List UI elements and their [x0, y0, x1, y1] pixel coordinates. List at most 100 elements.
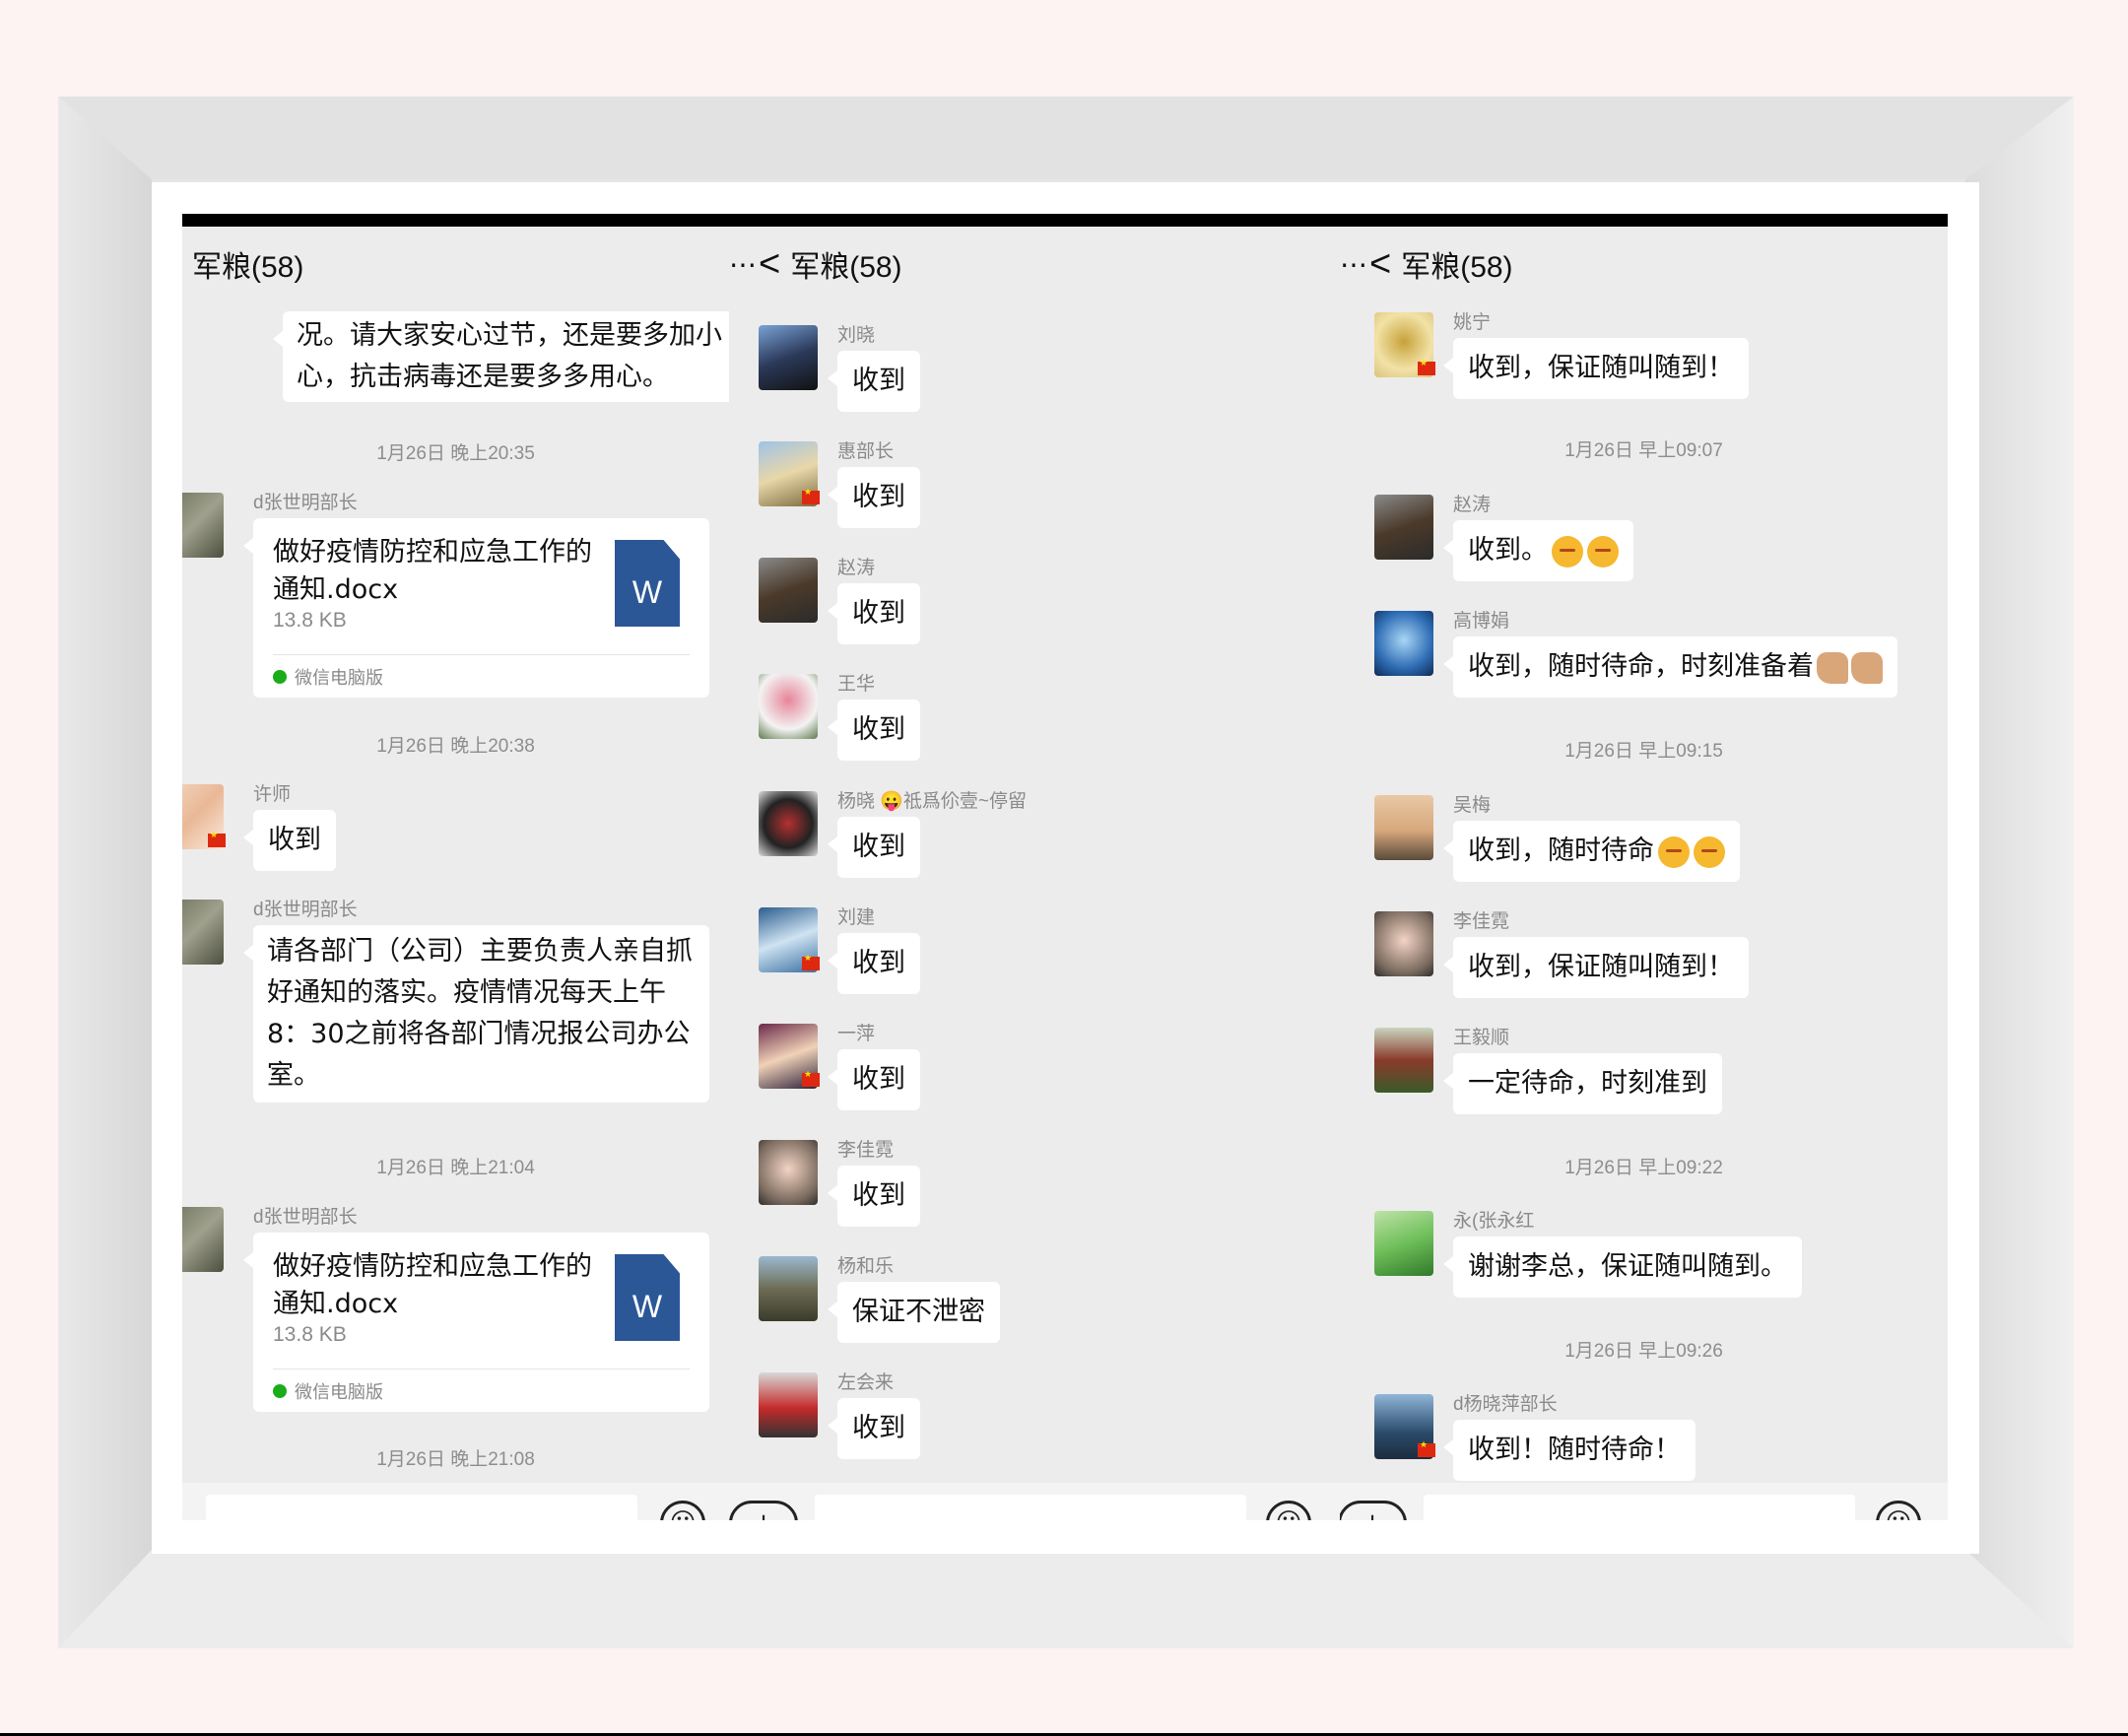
message: 杨晓 😛祗爲伱壹~停留 收到 [759, 791, 1027, 878]
timestamp: 1月26日 晚上21:04 [376, 1158, 535, 1178]
message-bubble[interactable]: 收到 [828, 583, 920, 644]
chat-panel-1: 军粮(58) 况。请大家安心过节，还是要多加小心，抗击病毒还是要多多用心。 1月… [182, 227, 729, 1520]
china-flag-icon [1418, 359, 1435, 375]
message-bubble[interactable]: 收到，保证随叫随到！ [1443, 338, 1749, 399]
avatar[interactable] [1374, 1394, 1435, 1459]
chat-title: 军粮(58) [1401, 251, 1513, 284]
china-flag-icon [208, 831, 226, 847]
china-flag-icon [802, 1070, 820, 1087]
wechat-icon [273, 670, 287, 684]
message-bubble[interactable]: 收到，随时待命 [1443, 821, 1740, 882]
sender-name: d张世明部长 [253, 1207, 358, 1228]
china-flag-icon [802, 954, 820, 970]
message-input[interactable] [206, 1495, 637, 1520]
avatar[interactable] [182, 784, 226, 849]
file-message: d张世明部长 做好疫情防控和应急工作的通知.docx 13.8 KB W 微信电… [182, 493, 709, 698]
message-bubble[interactable]: 收到 [828, 1166, 920, 1227]
message-bubble[interactable]: 收到 [828, 700, 920, 761]
message-bubble[interactable]: 收到 [828, 1398, 920, 1459]
avatar[interactable] [1374, 1028, 1433, 1093]
sender-name: 刘建 [837, 907, 876, 928]
more-icon[interactable]: ⋯ [1340, 248, 1367, 281]
more-icon[interactable]: ⋯ [729, 248, 757, 281]
avatar[interactable] [759, 1140, 818, 1205]
plus-voice-icon[interactable]: + [1340, 1501, 1407, 1520]
avatar[interactable] [182, 493, 224, 558]
sender-name: 高博娟 [1453, 611, 1510, 632]
sender-name: 赵涛 [837, 558, 876, 578]
message-bubble[interactable]: 收到 [828, 351, 920, 412]
sender-name: 李佳霓 [1453, 911, 1510, 932]
avatar[interactable] [182, 900, 224, 965]
timestamp: 1月26日 晚上21:08 [376, 1449, 535, 1470]
screenshot-collage: 军粮(58) 况。请大家安心过节，还是要多加小心，抗击病毒还是要多多用心。 1月… [182, 214, 1948, 1520]
message: 赵涛 收到。 [1374, 495, 1633, 581]
emoji-icon[interactable]: ☺ [1266, 1501, 1311, 1520]
message-bubble[interactable]: 收到！随时待命！ [1443, 1420, 1696, 1481]
avatar[interactable] [759, 441, 820, 506]
source-label: 微信电脑版 [295, 668, 383, 689]
sender-name: 一萍 [837, 1024, 876, 1044]
avatar[interactable] [759, 558, 818, 623]
message-bubble[interactable]: 收到 [828, 1049, 920, 1110]
chat-header: ⋯ < 军粮(58) [729, 227, 1340, 301]
plus-voice-icon[interactable]: + [729, 1501, 798, 1520]
message-input[interactable] [1424, 1495, 1855, 1520]
message: d张世明部长 请各部门（公司）主要负责人亲自抓好通知的落实。疫情情况每天上午8：… [182, 900, 709, 1102]
avatar[interactable] [759, 1024, 820, 1089]
message: 王华 收到 [759, 674, 920, 761]
emoji-icon[interactable]: ☺ [1876, 1501, 1921, 1520]
back-icon[interactable]: < [1369, 243, 1391, 286]
file-card[interactable]: 做好疫情防控和应急工作的通知.docx 13.8 KB W 微信电脑版 [243, 518, 709, 698]
message-bubble[interactable]: 况。请大家安心过节，还是要多加小心，抗击病毒还是要多多用心。 [273, 311, 729, 402]
timestamp: 1月26日 晚上20:38 [376, 736, 535, 757]
avatar[interactable] [759, 1256, 818, 1321]
smirk-emoji-icon [1658, 835, 1690, 868]
message: d杨晓萍部长 收到！随时待命！ [1374, 1394, 1696, 1481]
avatar[interactable] [1374, 795, 1433, 860]
message-bubble[interactable]: 谢谢李总，保证随叫随到。 [1443, 1236, 1802, 1298]
avatar[interactable] [1374, 312, 1435, 377]
avatar[interactable] [182, 1207, 224, 1272]
message-bubble[interactable]: 收到 [243, 810, 336, 871]
message-bubble[interactable]: 请各部门（公司）主要负责人亲自抓好通知的落实。疫情情况每天上午8：30之前将各部… [243, 925, 709, 1102]
file-size: 13.8 KB [273, 609, 347, 632]
avatar[interactable] [1374, 495, 1433, 560]
chat-header: ⋯ < 军粮(58) [1340, 227, 1948, 301]
message-bubble[interactable]: 保证不泄密 [828, 1282, 1000, 1343]
sender-name: 姚宁 [1453, 312, 1492, 333]
back-icon[interactable]: < [759, 243, 780, 286]
file-source: 微信电脑版 [273, 1378, 383, 1404]
divider [273, 654, 690, 655]
timestamp: 1月26日 早上09:15 [1564, 741, 1723, 762]
message-bubble[interactable]: 收到。 [1443, 520, 1633, 581]
chat-title: 军粮(58) [790, 251, 902, 284]
message-bubble[interactable]: 一定待命，时刻准到 [1443, 1053, 1722, 1114]
sender-name: 刘晓 [837, 325, 876, 346]
message: 一萍 收到 [759, 1024, 920, 1110]
avatar[interactable] [759, 325, 818, 390]
file-card[interactable]: 做好疫情防控和应急工作的通知.docx 13.8 KB W 微信电脑版 [243, 1233, 709, 1412]
avatar[interactable] [1374, 911, 1433, 976]
avatar[interactable] [759, 791, 818, 856]
message-bubble[interactable]: 收到，随时待命，时刻准备着 [1443, 636, 1897, 698]
avatar[interactable] [759, 1372, 818, 1437]
emoji-icon[interactable]: ☺ [660, 1501, 705, 1520]
avatar[interactable] [759, 907, 820, 972]
message-bubble[interactable]: 收到，保证随叫随到！ [1443, 937, 1749, 998]
sender-name: 左会来 [837, 1372, 895, 1393]
message-input[interactable] [815, 1495, 1246, 1520]
message-bubble[interactable]: 收到 [828, 933, 920, 994]
message-bubble[interactable]: 收到 [828, 817, 920, 878]
smirk-emoji-icon [1587, 535, 1619, 568]
avatar[interactable] [1374, 1211, 1433, 1276]
file-source: 微信电脑版 [273, 664, 383, 690]
avatar[interactable] [1374, 611, 1433, 676]
china-flag-icon [1418, 1440, 1435, 1457]
message-bubble[interactable]: 收到 [828, 467, 920, 528]
sender-name: 李佳霓 [837, 1140, 895, 1161]
sender-name: d杨晓萍部长 [1453, 1394, 1558, 1415]
message-text: 收到。 [1468, 535, 1548, 566]
message-partial: 况。请大家安心过节，还是要多加小心，抗击病毒还是要多多用心。 [204, 311, 729, 402]
avatar[interactable] [759, 674, 818, 739]
